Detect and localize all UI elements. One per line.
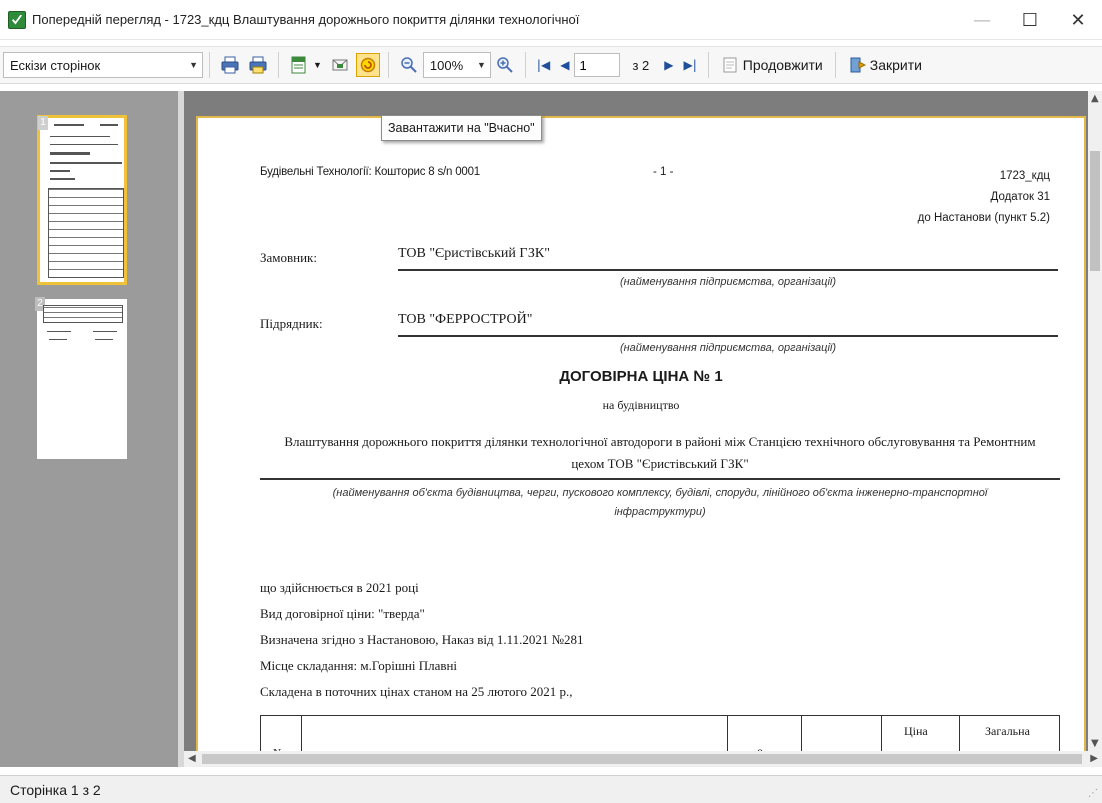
status-page-info: Сторінка 1 з 2	[10, 781, 101, 798]
chevron-down-icon: ▼	[189, 60, 198, 70]
mail-icon	[332, 59, 348, 71]
print-button[interactable]	[218, 53, 242, 77]
scroll-left-icon[interactable]: ◀	[188, 753, 196, 764]
scroll-right-icon[interactable]: ▶	[1090, 753, 1098, 764]
horizontal-scrollbar[interactable]: ◀ ▶	[184, 751, 1102, 767]
email-button[interactable]	[328, 53, 352, 77]
export-button[interactable]	[287, 53, 311, 77]
title-bar: Попередній перегляд - 1723_кдц Влаштуван…	[0, 0, 1102, 40]
resize-grip-icon[interactable]: ⋰	[1088, 788, 1098, 799]
toolbar-separator	[834, 52, 836, 78]
contractor-label: Підрядник:	[260, 316, 323, 331]
doc-header-page: - 1 -	[653, 166, 674, 178]
para-prices-date: Складена в поточних цінах станом на 25 л…	[260, 684, 573, 699]
view-mode-select[interactable]: Ескізи сторінок ▼	[3, 52, 203, 78]
vertical-scroll-thumb[interactable]	[1090, 151, 1100, 271]
doc-title: ДОГОВІРНА ЦІНА № 1	[559, 368, 723, 385]
scroll-up-icon[interactable]: ▲	[1091, 93, 1099, 104]
view-mode-value: Ескізи сторінок	[10, 57, 101, 73]
doc-appendix: Додаток 31	[990, 191, 1050, 203]
chevron-down-icon: ▼	[477, 60, 486, 70]
customer-label: Замовник:	[260, 250, 317, 265]
para-year: що здійснюється в 2021 році	[260, 580, 419, 595]
thumbnail-number: 1	[38, 116, 48, 130]
close-button[interactable]: Закрити	[842, 52, 928, 78]
toolbar-separator	[278, 52, 279, 78]
exit-door-icon	[850, 57, 866, 73]
app-icon	[8, 10, 26, 29]
status-bar: Сторінка 1 з 2 ⋰	[0, 775, 1102, 803]
next-page-button[interactable]: ▶	[664, 58, 673, 72]
doc-header-left: Будівельні Технології: Кошторис 8 s/n 00…	[260, 166, 480, 178]
window-title: Попередній перегляд - 1723_кдц Влаштуван…	[32, 12, 580, 27]
horizontal-scroll-thumb[interactable]	[202, 754, 1082, 764]
printer-icon	[221, 56, 239, 74]
continue-button[interactable]: Продовжити	[715, 52, 829, 78]
scroll-down-icon[interactable]: ▼	[1091, 738, 1099, 749]
window-controls: — ☐ ✕	[958, 0, 1102, 40]
export-chevron-down-icon[interactable]: ▼	[313, 60, 322, 70]
toolbar-separator	[209, 52, 210, 78]
zoom-in-button[interactable]	[493, 53, 517, 77]
page-number-input[interactable]	[574, 53, 621, 77]
preview-area: Будівельні Технології: Кошторис 8 s/n 00…	[184, 91, 1088, 751]
toolbar: Ескізи сторінок ▼ ▼ 100% ▼ |◀ ◀ 1 з 2 ▶ …	[0, 46, 1102, 84]
printer-settings-icon	[249, 56, 267, 74]
document-page: Будівельні Технології: Кошторис 8 s/n 00…	[196, 116, 1086, 751]
first-page-button[interactable]: |◀	[537, 58, 550, 72]
close-window-button[interactable]: ✕	[1054, 0, 1102, 40]
customer-value: ТОВ "Єристівський ГЗК"	[398, 246, 550, 261]
close-label: Закрити	[869, 57, 922, 73]
contractor-caption: (найменування підприємства, організації)	[619, 342, 837, 354]
print-setup-button[interactable]	[246, 53, 270, 77]
zoom-select[interactable]: 100% ▼	[422, 52, 491, 78]
table-header-price: Ціна	[904, 724, 928, 738]
vchasno-icon	[360, 57, 376, 73]
continue-label: Продовжити	[742, 57, 823, 73]
object-name-line-1: Влаштування дорожнього покриття ділянки …	[284, 434, 1036, 449]
maximize-button[interactable]: ☐	[1006, 0, 1054, 40]
para-place: Місце складання: м.Горішні Плавні	[260, 658, 458, 673]
price-table: № о Ціна Загальна	[260, 715, 1060, 751]
toolbar-separator	[387, 52, 389, 78]
continue-doc-icon	[723, 57, 737, 73]
page-thumbnail-1[interactable]: 1	[37, 115, 127, 285]
doc-reference: до Настанови (пункт 5.2)	[917, 212, 1050, 224]
zoom-out-button[interactable]	[397, 53, 421, 77]
table-header-total: Загальна	[985, 724, 1030, 738]
object-caption-line-1: (найменування об'єкта будівництва, черги…	[332, 487, 988, 499]
customer-caption: (найменування підприємства, організації)	[619, 276, 837, 288]
vertical-scrollbar[interactable]: ▲ ▼	[1088, 91, 1102, 751]
doc-code: 1723_кдц	[999, 170, 1050, 182]
table-header-o: о	[757, 744, 763, 751]
contractor-underline	[398, 335, 1058, 337]
para-basis: Визначена згідно з Настановою, Наказ від…	[260, 632, 584, 647]
prev-page-button[interactable]: ◀	[560, 58, 569, 72]
page-thumbnail-2[interactable]: 2	[35, 297, 127, 459]
toolbar-separator	[707, 52, 709, 78]
export-doc-icon	[291, 56, 306, 74]
doc-subtitle: на будівництво	[602, 398, 680, 412]
object-caption: (найменування об'єкта будівництва, черги…	[260, 484, 1060, 522]
para-price-type: Вид договірної ціни: "тверда"	[260, 606, 425, 621]
object-underline	[260, 478, 1060, 480]
thumbnail-table	[43, 305, 123, 323]
zoom-out-icon	[401, 57, 417, 73]
thumbnail-table	[48, 188, 124, 278]
doc-header-right: 1723_кдц Додаток 31 до Настанови (пункт …	[918, 166, 1050, 229]
object-name-line-2: цехом ТОВ "Єристівський ГЗК"	[571, 456, 749, 471]
customer-underline	[398, 269, 1058, 271]
minimize-button[interactable]: —	[958, 0, 1006, 40]
upload-vchasno-button[interactable]	[355, 53, 380, 77]
object-name: Влаштування дорожнього покриття ділянки …	[260, 431, 1060, 475]
contractor-value: ТОВ "ФЕРРОСТРОЙ"	[398, 312, 533, 327]
tooltip: Завантажити на "Вчасно"	[381, 115, 542, 141]
last-page-button[interactable]: ▶|	[683, 58, 696, 72]
object-caption-line-2: інфраструктури)	[614, 506, 706, 518]
page-count-label: з 2	[632, 57, 650, 73]
thumbnails-pane: 1 2	[0, 91, 178, 767]
zoom-value: 100%	[429, 57, 464, 73]
toolbar-separator	[524, 52, 526, 78]
zoom-in-icon	[497, 57, 513, 73]
